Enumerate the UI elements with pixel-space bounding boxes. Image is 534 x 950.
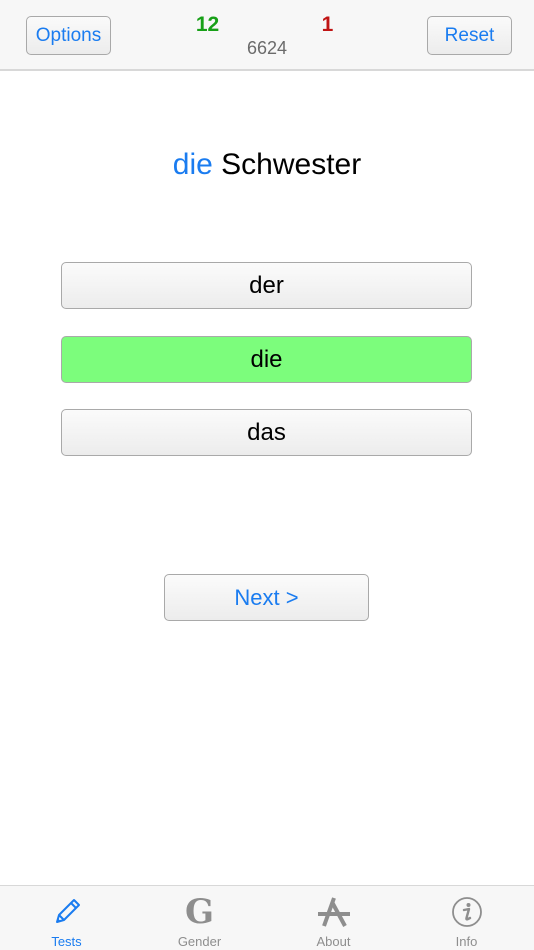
tab-tests-label: Tests xyxy=(51,934,82,949)
wrong-count: 1 xyxy=(321,13,334,36)
options-button[interactable]: Options xyxy=(26,16,111,55)
tab-gender[interactable]: G Gender xyxy=(133,886,266,950)
question-article: die xyxy=(172,148,213,181)
reset-button[interactable]: Reset xyxy=(427,16,512,55)
tab-tests[interactable]: Tests xyxy=(0,886,133,950)
question-word: die Schwester xyxy=(0,148,534,182)
tab-about[interactable]: About xyxy=(267,886,400,950)
question-noun: Schwester xyxy=(221,148,362,181)
info-icon xyxy=(447,892,487,932)
tab-info-label: Info xyxy=(455,934,478,949)
choice-die-button[interactable]: die xyxy=(61,336,472,383)
choice-der-button[interactable]: der xyxy=(61,262,472,309)
top-bar: Options 12 1 6624 Reset xyxy=(0,0,534,71)
app-store-icon xyxy=(314,892,354,932)
tab-gender-label: Gender xyxy=(177,934,222,949)
next-button[interactable]: Next > xyxy=(164,574,369,621)
choice-das-button[interactable]: das xyxy=(61,409,472,456)
g-letter-icon: G xyxy=(184,892,215,932)
app-screen: Options 12 1 6624 Reset die Schwester de… xyxy=(0,0,534,950)
pencil-icon xyxy=(47,892,87,932)
correct-count: 12 xyxy=(195,13,220,36)
tab-info[interactable]: Info xyxy=(400,886,533,950)
tab-about-label: About xyxy=(316,934,351,949)
tab-bar: Tests G Gender About Info xyxy=(0,885,534,950)
total-count: 6624 xyxy=(246,38,288,58)
